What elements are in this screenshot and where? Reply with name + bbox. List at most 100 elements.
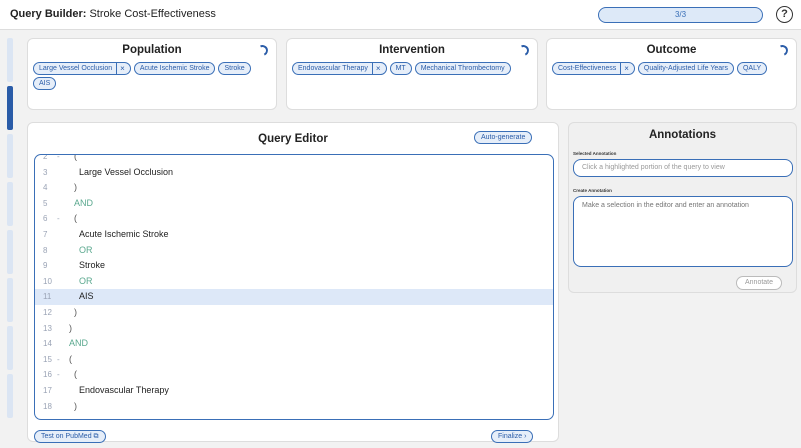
- query-operator: AND: [74, 197, 94, 208]
- editor-line[interactable]: 12): [35, 305, 553, 321]
- line-number: 15: [43, 354, 52, 364]
- create-annotation-label: Create Annotation: [573, 188, 612, 193]
- editor-line[interactable]: 11 AIS: [35, 289, 553, 305]
- editor-line[interactable]: 7 Acute Ischemic Stroke: [35, 227, 553, 243]
- term-chip-label: Stroke: [224, 65, 245, 72]
- fold-toggle-icon[interactable]: -: [57, 352, 60, 368]
- editor-line[interactable]: 6- (: [35, 211, 553, 227]
- step-5[interactable]: [7, 230, 13, 274]
- annotations-panel: Annotations Selected Annotation Click a …: [568, 122, 797, 293]
- editor-line[interactable]: 3 Large Vessel Occlusion: [35, 165, 553, 181]
- step-8[interactable]: [7, 374, 13, 418]
- editor-line[interactable]: 5 AND: [35, 196, 553, 212]
- editor-line[interactable]: 10 OR: [35, 274, 553, 290]
- annotations-title: Annotations: [648, 129, 717, 141]
- term-chip[interactable]: MT: [389, 62, 412, 75]
- term-chip-label: MT: [395, 65, 406, 72]
- auto-generate-button[interactable]: Auto-generate: [474, 131, 533, 144]
- term-chip-label: Endovascular Therapy: [298, 65, 368, 72]
- selected-annotation-field[interactable]: Click a highlighted portion of the query…: [573, 159, 793, 177]
- step-3[interactable]: [7, 134, 13, 178]
- term-chip[interactable]: QALY: [736, 62, 768, 75]
- editor-line[interactable]: 4): [35, 180, 553, 196]
- finalize-label: Finalize: [498, 433, 523, 440]
- term-chip-label: AIS: [39, 80, 51, 87]
- line-number: 3: [43, 167, 48, 177]
- step-4[interactable]: [7, 182, 13, 226]
- line-number: 16: [43, 370, 52, 380]
- query-code-editor[interactable]: 2-(3 Large Vessel Occlusion 4) 5 AND 6-(7 Acut…: [34, 154, 554, 420]
- test-on-pubmed-button[interactable]: Test on PubMed ⧉: [34, 430, 106, 443]
- external-link-icon: ⧉: [93, 433, 99, 440]
- term-chip[interactable]: Endovascular Therapy ×: [292, 62, 387, 75]
- editor-line[interactable]: 17 Endovascular Therapy: [35, 383, 553, 399]
- query-term: Acute Ischemic Stroke: [79, 229, 169, 239]
- editor-line[interactable]: 8 OR: [35, 243, 553, 259]
- term-chip[interactable]: Quality-Adjusted Life Years: [637, 62, 734, 75]
- fold-toggle-icon[interactable]: -: [57, 155, 60, 165]
- top-bar: Query Builder: Stroke Cost-Effectiveness…: [0, 0, 801, 30]
- editor-line[interactable]: 18): [35, 399, 553, 415]
- line-number: 5: [43, 198, 48, 208]
- query-bracket: ): [74, 182, 77, 193]
- query-operator: OR: [79, 244, 93, 255]
- query-bracket: (: [74, 154, 77, 161]
- fold-toggle-icon[interactable]: -: [57, 211, 60, 227]
- editor-line[interactable]: 9 Stroke: [35, 258, 553, 274]
- line-number: 13: [43, 323, 52, 333]
- intervention-title: Intervention: [379, 44, 445, 56]
- term-chip[interactable]: Mechanical Thrombectomy: [414, 62, 511, 75]
- remove-term-icon[interactable]: ×: [371, 63, 381, 74]
- help-icon[interactable]: ?: [776, 6, 793, 23]
- query-term: Large Vessel Occlusion: [79, 166, 174, 177]
- query-bracket: (: [74, 369, 77, 380]
- population-title: Population: [122, 44, 182, 56]
- annotate-button[interactable]: Annotate: [736, 276, 783, 290]
- term-chip[interactable]: Large Vessel Occlusion ×: [33, 62, 131, 75]
- create-annotation-textarea[interactable]: [573, 196, 793, 267]
- term-chip[interactable]: Stroke: [218, 62, 251, 75]
- editor-line[interactable]: 15-(: [35, 352, 553, 368]
- step-6[interactable]: [7, 278, 13, 322]
- selected-annotation-label: Selected Annotation: [573, 151, 617, 156]
- fold-toggle-icon[interactable]: -: [57, 367, 60, 383]
- page-title: Query Builder: Stroke Cost-Effectiveness: [10, 8, 216, 20]
- step-1[interactable]: [7, 38, 13, 82]
- line-number: 18: [43, 401, 52, 411]
- editor-line[interactable]: 16- (: [35, 367, 553, 383]
- query-term: AIS: [79, 291, 94, 302]
- query-editor-panel: Query Editor Auto-generate 2-(3 Large Ves…: [27, 122, 559, 443]
- intervention-terms: Endovascular Therapy × MT Mechanical Thromb…: [292, 62, 532, 75]
- line-number: 8: [43, 245, 48, 255]
- term-chip-label: Quality-Adjusted Life Years: [643, 65, 728, 72]
- query-bracket: (: [74, 213, 77, 224]
- step-2[interactable]: [7, 86, 13, 130]
- outcome-title: Outcome: [646, 44, 697, 56]
- line-number: 14: [43, 339, 52, 349]
- term-chip-label: Mechanical Thrombectomy: [420, 65, 505, 72]
- remove-term-icon[interactable]: ×: [116, 63, 125, 74]
- query-operator: AND: [69, 338, 89, 349]
- line-number: 9: [43, 261, 48, 271]
- line-number: 4: [43, 183, 48, 193]
- term-chip-label: Cost-Effectiveness: [558, 65, 617, 72]
- term-chip[interactable]: AIS: [33, 77, 57, 90]
- editor-line[interactable]: 13): [35, 321, 553, 337]
- term-chip[interactable]: Cost-Effectiveness ×: [552, 62, 635, 75]
- editor-line[interactable]: 2 - (: [35, 154, 553, 165]
- query-operator: OR: [79, 275, 93, 286]
- query-bracket: (: [69, 353, 72, 364]
- line-number: 2: [43, 154, 48, 161]
- population-panel: Population Large Vessel Occlusion × Acute …: [27, 38, 277, 110]
- line-number: 17: [43, 386, 52, 395]
- term-chip-label: Acute Ischemic Stroke: [139, 65, 210, 72]
- remove-term-icon[interactable]: ×: [620, 63, 629, 74]
- term-chip[interactable]: Acute Ischemic Stroke: [133, 62, 216, 75]
- progress-indicator: 3/3: [598, 7, 763, 23]
- step-navigator: [7, 38, 13, 418]
- editor-line[interactable]: 14 AND: [35, 336, 553, 352]
- finalize-button[interactable]: Finalize ›: [491, 430, 534, 443]
- query-bracket: ): [69, 322, 72, 333]
- term-chip-label: QALY: [742, 65, 762, 72]
- step-7[interactable]: [7, 326, 13, 370]
